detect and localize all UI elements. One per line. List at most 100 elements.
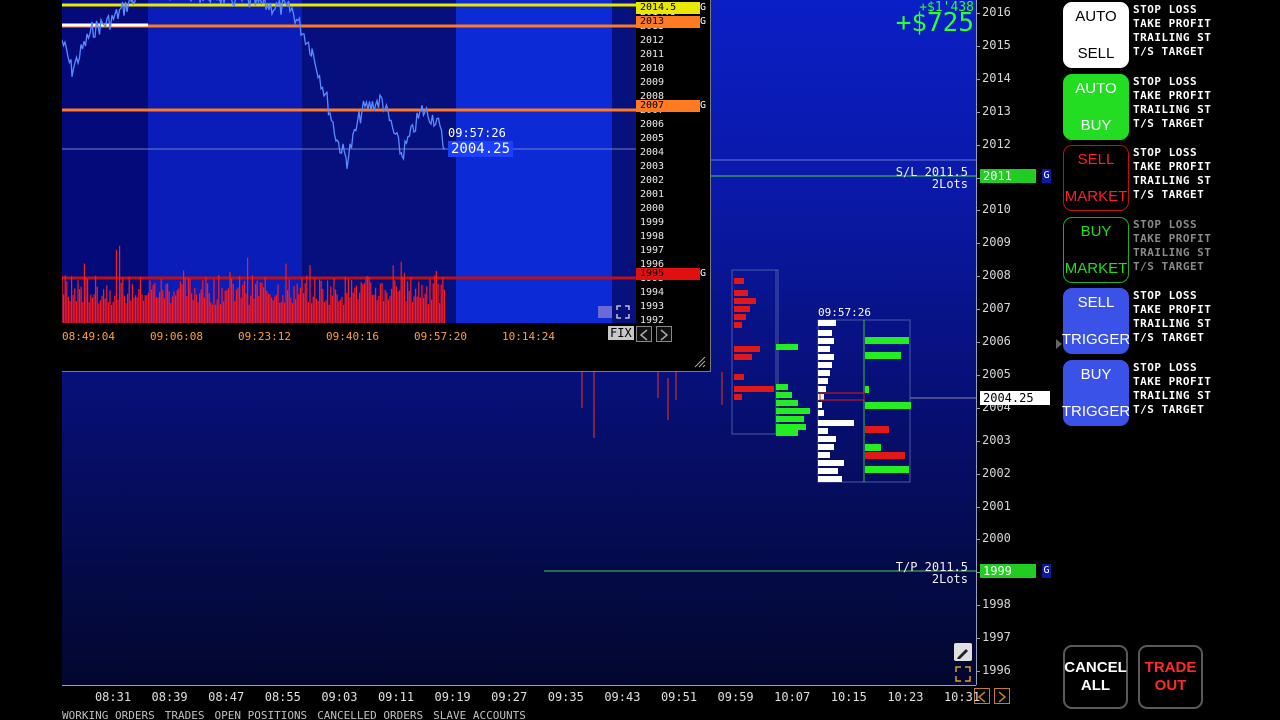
order-option-item[interactable]: TAKE PROFIT — [1133, 160, 1211, 174]
mini-price-tick-label: 1999 — [640, 217, 665, 228]
order-option-item[interactable]: TRAILING ST — [1133, 31, 1211, 45]
sell-volume-bar — [734, 374, 744, 380]
resize-grip-icon[interactable] — [692, 353, 706, 368]
take-profit-axis-tag[interactable]: 1999 — [980, 564, 1036, 578]
mini-expand-icon[interactable] — [615, 304, 631, 320]
price-axis[interactable]: 2016 2015 2014 2013 2012 2011 2010 2009 2008 2007… — [976, 0, 1053, 685]
sell-volume-bar — [734, 314, 746, 320]
bottom-tab[interactable]: CANCELLED ORDERS — [317, 709, 423, 720]
cancel-all-line1: CANCEL — [1064, 659, 1127, 676]
profile-volume-bar — [818, 378, 828, 384]
bottom-tab[interactable]: SLAVE ACCOUNTS — [433, 709, 526, 720]
price-tick-label: 2003 — [976, 432, 1011, 447]
pnl-big: +$725 — [895, 8, 974, 38]
order-option-item[interactable]: STOP LOSS — [1133, 218, 1211, 232]
mini-price-tick-label: 2011 — [640, 49, 665, 60]
order-option-item[interactable]: STOP LOSS — [1133, 289, 1211, 303]
stop-loss-axis-tag[interactable]: 2011 — [980, 169, 1036, 183]
buy-volume-bar — [776, 344, 798, 350]
mini-chart-window[interactable]: 09:57:26 2004.25 2014.5 2013 2012 2011 2010 2… — [62, 0, 711, 372]
mini-price-tick-label: 2010 — [640, 63, 665, 74]
mini-g-tag[interactable]: G — [700, 100, 709, 112]
bottom-tab[interactable]: OPEN POSITIONS — [214, 709, 307, 720]
mini-price-tick-label: 2005 — [640, 133, 665, 144]
mini-price-tick-label: 2003 — [640, 161, 665, 172]
mini-g-tag[interactable]: G — [700, 16, 709, 28]
price-tick-label: 2000 — [976, 531, 1011, 546]
stop-loss-label: S/L 2011.5 2Lots — [896, 166, 968, 190]
cancel-all-button[interactable]: CANCEL ALL — [1063, 645, 1128, 709]
order-option-item[interactable]: TRAILING ST — [1133, 174, 1211, 188]
mini-price-tick-label: 2006 — [640, 119, 665, 130]
order-button-sell-trigger[interactable]: SELL TRIGGER — [1062, 288, 1130, 354]
order-option-item[interactable]: T/S TARGET — [1133, 403, 1211, 417]
order-option-item[interactable]: T/S TARGET — [1133, 188, 1211, 202]
order-option-item[interactable]: TAKE PROFIT — [1133, 232, 1211, 246]
profile-volume-bar — [818, 346, 830, 352]
mini-time-label: 09:23:12 — [238, 330, 291, 343]
order-button-top-label: AUTO — [1075, 79, 1117, 97]
mini-g-tag[interactable]: G — [700, 2, 709, 14]
profile-volume-bar — [818, 338, 834, 344]
order-option-item[interactable]: TAKE PROFIT — [1133, 375, 1211, 389]
order-option-item[interactable]: T/S TARGET — [1133, 117, 1211, 131]
order-option-item[interactable]: TAKE PROFIT — [1133, 303, 1211, 317]
mini-price-tag[interactable]: 2014.5 — [636, 2, 700, 14]
price-tick-label: 2013 — [976, 103, 1011, 118]
bottom-tab[interactable]: WORKING ORDERS — [62, 709, 155, 720]
order-button-top-label: SELL — [1077, 151, 1115, 168]
expand-icon[interactable] — [954, 665, 972, 683]
price-tick-label: 2001 — [976, 498, 1011, 513]
fix-button[interactable]: FIX — [608, 326, 634, 340]
order-option-item[interactable]: STOP LOSS — [1133, 146, 1211, 160]
profile-buy-bar — [865, 444, 881, 451]
mini-g-tag[interactable]: G — [700, 268, 709, 280]
order-option-item[interactable]: TAKE PROFIT — [1133, 89, 1211, 103]
scroll-right-button[interactable] — [994, 688, 1010, 704]
order-button-buy-trigger[interactable]: BUY TRIGGER — [1061, 359, 1131, 426]
mini-price-tag[interactable]: 1995 — [636, 268, 700, 280]
buy-volume-bar — [776, 400, 798, 406]
profile-buy-bar — [865, 386, 869, 393]
profile-buy-bar — [865, 402, 911, 409]
pencil-icon[interactable] — [954, 643, 972, 661]
order-option-item[interactable]: T/S TARGET — [1133, 45, 1211, 59]
order-option-item[interactable]: T/S TARGET — [1133, 260, 1211, 274]
order-option-item[interactable]: TAKE PROFIT — [1133, 17, 1211, 31]
bottom-tab[interactable]: TRADES — [165, 709, 205, 720]
order-button-auto-sell[interactable]: AUTO SELL — [1063, 2, 1129, 68]
mini-chart-plot[interactable]: 09:57:26 2004.25 — [62, 0, 636, 323]
profile-current-row — [819, 392, 865, 401]
stop-loss-g-tag[interactable]: G — [1042, 169, 1051, 183]
mini-scroll-left-button[interactable] — [636, 326, 652, 342]
mini-price-tick-label: 1997 — [640, 245, 665, 256]
order-option-item[interactable]: STOP LOSS — [1133, 3, 1211, 17]
time-tick-label: 09:11 — [377, 690, 415, 704]
order-option-item[interactable]: TRAILING ST — [1133, 103, 1211, 117]
trade-out-button[interactable]: TRADE OUT — [1138, 645, 1203, 709]
profile-volume-bar — [818, 468, 838, 474]
time-tick-label: 09:19 — [434, 690, 471, 704]
mini-cursor-time: 09:57:26 — [448, 126, 506, 140]
order-option-item[interactable]: T/S TARGET — [1133, 331, 1211, 345]
order-option-item[interactable]: STOP LOSS — [1133, 75, 1211, 89]
mini-scroll-right-button[interactable] — [656, 326, 672, 342]
order-option-item[interactable]: STOP LOSS — [1133, 361, 1211, 375]
order-option-item[interactable]: TRAILING ST — [1133, 389, 1211, 403]
mini-menu-icon[interactable] — [598, 306, 612, 318]
sell-volume-bar — [734, 290, 748, 296]
order-option-item[interactable]: TRAILING ST — [1133, 246, 1211, 260]
order-button-auto-buy[interactable]: AUTO BUY — [1063, 73, 1129, 140]
mini-price-tag[interactable]: 2007 — [636, 100, 700, 112]
order-button-top-label: SELL — [1077, 294, 1115, 311]
take-profit-g-tag[interactable]: G — [1042, 564, 1051, 578]
price-tick-label: 1996 — [976, 663, 1011, 677]
time-axis[interactable]: 08:31 08:39 08:47 08:55 09:03 09:11 09:19 09:27… — [62, 685, 1010, 710]
order-button-sell-market[interactable]: SELL MARKET — [1063, 145, 1129, 211]
order-option-item[interactable]: TRAILING ST — [1133, 317, 1211, 331]
mini-cursor-price: 2004.25 — [448, 141, 514, 157]
take-profit-lots: 2Lots — [931, 572, 968, 586]
order-button-bottom-label: TRIGGER — [1061, 402, 1131, 420]
mini-price-tag[interactable]: 2013 — [636, 16, 700, 28]
order-button-buy-market[interactable]: BUY MARKET — [1063, 216, 1129, 283]
